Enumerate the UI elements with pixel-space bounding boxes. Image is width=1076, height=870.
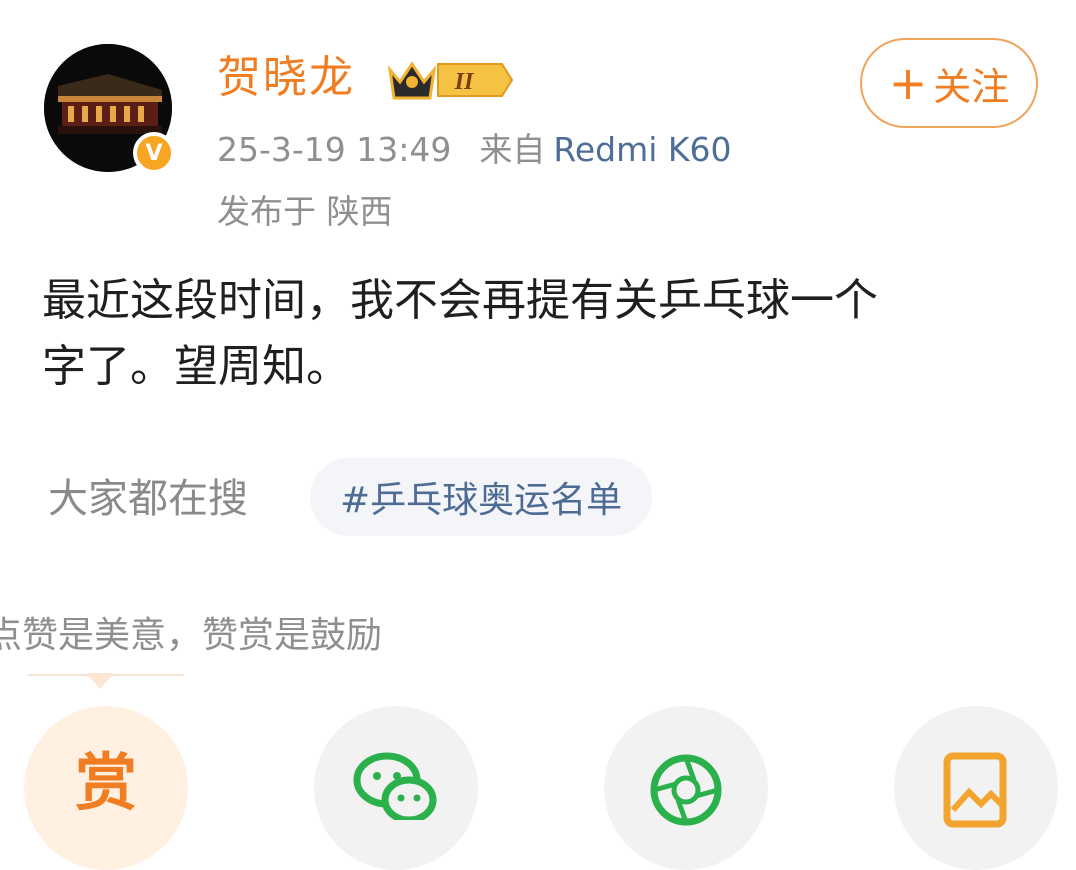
post-content-line: 最近这段时间，我不会再提有关乒乓球一个 <box>42 275 878 326</box>
follow-button[interactable]: + 关注 <box>860 38 1038 128</box>
image-save-icon <box>943 752 1007 828</box>
moments-icon <box>650 754 722 826</box>
plus-icon: + <box>888 56 928 110</box>
author-name[interactable]: 贺晓龙 <box>217 50 355 106</box>
trending-search-tag[interactable]: #乒乓球奥运名单 <box>310 458 653 536</box>
reward-button[interactable]: 赏 <box>24 706 188 870</box>
post-meta: 25-3-19 13:49 来自 Redmi K60 <box>217 128 732 172</box>
post-content-line: 字了。望周知。 <box>42 341 350 392</box>
wechat-icon <box>353 752 437 820</box>
reward-icon: 赏 <box>74 746 137 819</box>
post-content: 最近这段时间，我不会再提有关乒乓球一个 字了。望周知。 <box>42 268 1032 400</box>
follow-label: 关注 <box>933 64 1010 109</box>
verified-badge: V <box>133 132 175 174</box>
search-tag-text: #乒乓球奥运名单 <box>340 480 623 521</box>
share-wechat-button[interactable] <box>314 706 478 870</box>
level-badge-text: II <box>454 69 475 95</box>
share-moments-button[interactable] <box>604 706 768 870</box>
trending-search-label: 大家都在搜 <box>48 476 248 522</box>
device-link[interactable]: Redmi K60 <box>553 130 731 169</box>
post-location: 发布于 陕西 <box>217 192 393 231</box>
tab-pointer <box>86 673 114 689</box>
post-timestamp: 25-3-19 13:49 <box>217 130 452 169</box>
reward-hint: 点赞是美意，赞赏是鼓励 <box>0 615 383 656</box>
from-label: 来自 <box>479 130 546 169</box>
member-crown-icon[interactable]: II <box>386 56 516 104</box>
save-image-button[interactable] <box>894 706 1058 870</box>
